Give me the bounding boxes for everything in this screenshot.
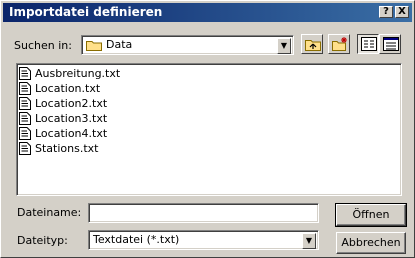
look-in-label: Suchen in:	[14, 39, 72, 52]
filename-input[interactable]	[88, 203, 319, 223]
file-name: Ausbreitung.txt	[35, 67, 121, 80]
up-folder-icon	[305, 40, 321, 51]
list-view-button[interactable]	[357, 34, 379, 54]
look-in-dropdown[interactable]: Data ▼	[81, 35, 294, 55]
folder-icon	[86, 41, 102, 51]
filetype-dropdown[interactable]: Textdatei (*.txt) ▼	[88, 230, 319, 250]
cancel-button[interactable]: Abbrechen	[336, 232, 406, 254]
dialog-title: Importdatei definieren	[9, 5, 163, 19]
filetype-dropdown-button[interactable]: ▼	[302, 233, 316, 249]
file-list[interactable]: Ausbreitung.txt Location.txt Location2.txt…	[16, 63, 402, 196]
new-folder-icon	[332, 37, 347, 51]
text-file-icon	[19, 127, 31, 140]
details-view-icon	[383, 37, 399, 51]
close-button[interactable]: X	[395, 6, 409, 18]
title-bar[interactable]: Importdatei definieren ? X	[3, 3, 412, 22]
look-in-dropdown-button[interactable]: ▼	[277, 38, 291, 54]
list-view-icon	[361, 37, 377, 51]
text-file-icon	[19, 82, 31, 95]
file-name: Location3.txt	[35, 112, 108, 125]
help-button[interactable]: ?	[379, 6, 393, 18]
text-file-icon	[19, 67, 31, 80]
text-file-icon	[19, 142, 31, 155]
details-view-button[interactable]	[379, 34, 401, 54]
filetype-label: Dateityp:	[17, 234, 68, 247]
look-in-value: Data	[106, 38, 133, 51]
filename-label: Dateiname:	[17, 206, 82, 219]
up-one-level-button[interactable]	[301, 34, 323, 54]
filetype-value: Textdatei (*.txt)	[93, 233, 180, 246]
file-name: Location4.txt	[35, 127, 108, 140]
text-file-icon	[19, 112, 31, 125]
file-name: Location2.txt	[35, 97, 108, 110]
new-folder-button[interactable]	[328, 34, 350, 54]
import-file-dialog: Importdatei definieren ? X Suchen in: Da…	[0, 0, 415, 258]
file-name: Location.txt	[35, 82, 101, 95]
text-file-icon	[19, 97, 31, 110]
open-button[interactable]: Öffnen	[335, 203, 407, 227]
file-name: Stations.txt	[35, 142, 99, 155]
